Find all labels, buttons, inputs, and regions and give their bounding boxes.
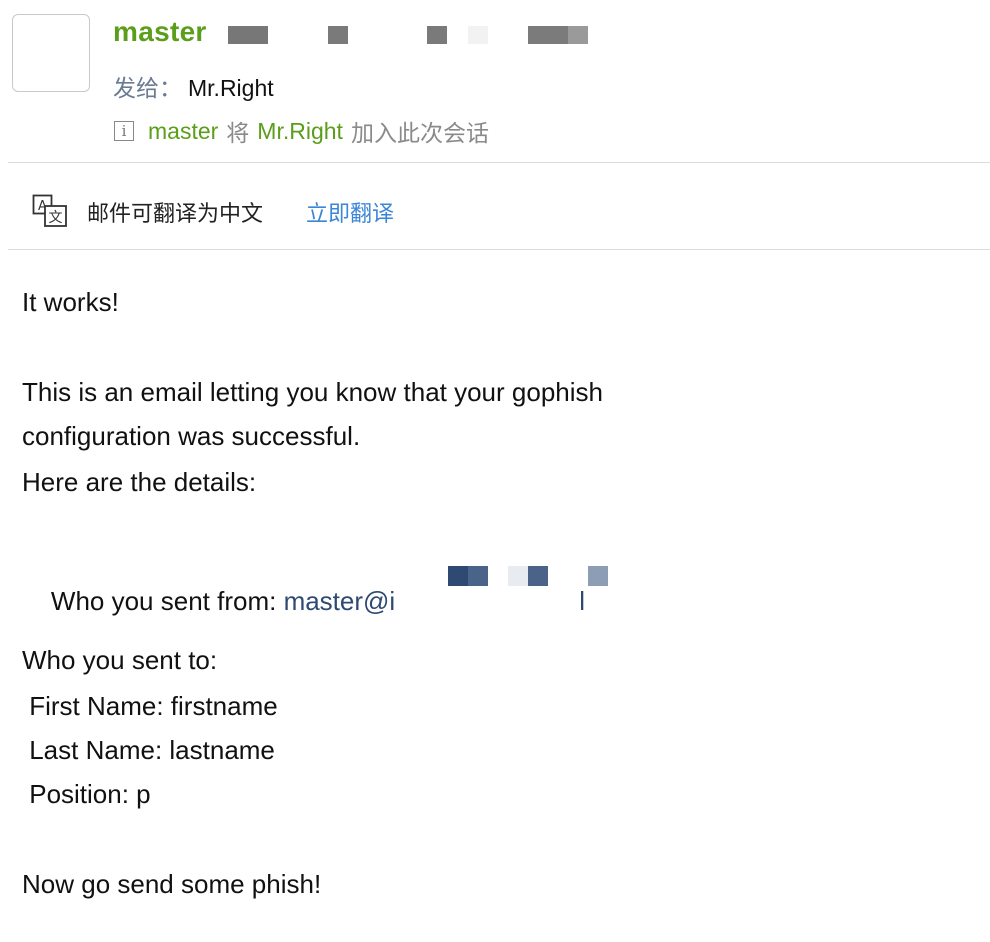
body-line-4: Here are the details: [22, 467, 257, 497]
translate-prompt: 邮件可翻译为中文 [87, 201, 264, 226]
notice-actor[interactable]: master [148, 118, 218, 145]
sender-email-link[interactable]: master@i l [284, 586, 585, 616]
body-line-1: It works! [22, 287, 119, 317]
notice-target[interactable]: Mr.Right [257, 118, 343, 145]
recipient-line: 发给： Mr.Right [113, 69, 274, 103]
email-header: master 发给： Mr.Right i master 将 Mr.Right 加… [0, 0, 990, 162]
notice-action: 加入此次会话 [350, 120, 489, 146]
position-line: Position: p [22, 779, 151, 809]
to-label: 发给： [113, 75, 182, 101]
notice-verb: 将 [226, 120, 250, 146]
body-line-2: This is an email letting you know that y… [22, 377, 603, 407]
body-line-3: configuration was successful. [22, 421, 361, 451]
first-name-line: First Name: firstname [22, 691, 278, 721]
translate-now-link[interactable]: 立即翻译 [306, 196, 394, 228]
last-name-line: Last Name: lastname [22, 735, 275, 765]
sender-avatar[interactable] [12, 14, 90, 92]
conversation-notice: i master 将 Mr.Right 加入此次会话 [114, 114, 489, 148]
sent-from-label: Who you sent from: [50, 586, 284, 616]
closing-line: Now go send some phish! [22, 869, 322, 899]
recipient-name[interactable]: Mr.Right [188, 75, 274, 101]
redacted-sender-email [428, 566, 608, 586]
info-icon: i [114, 121, 134, 141]
sent-to-heading: Who you sent to: [22, 645, 218, 675]
svg-text:文: 文 [49, 210, 63, 226]
sender-name[interactable]: master [113, 16, 207, 48]
translate-divider [8, 249, 990, 250]
translate-icon: A 文 [32, 194, 67, 227]
redacted-sender-address [228, 26, 590, 44]
